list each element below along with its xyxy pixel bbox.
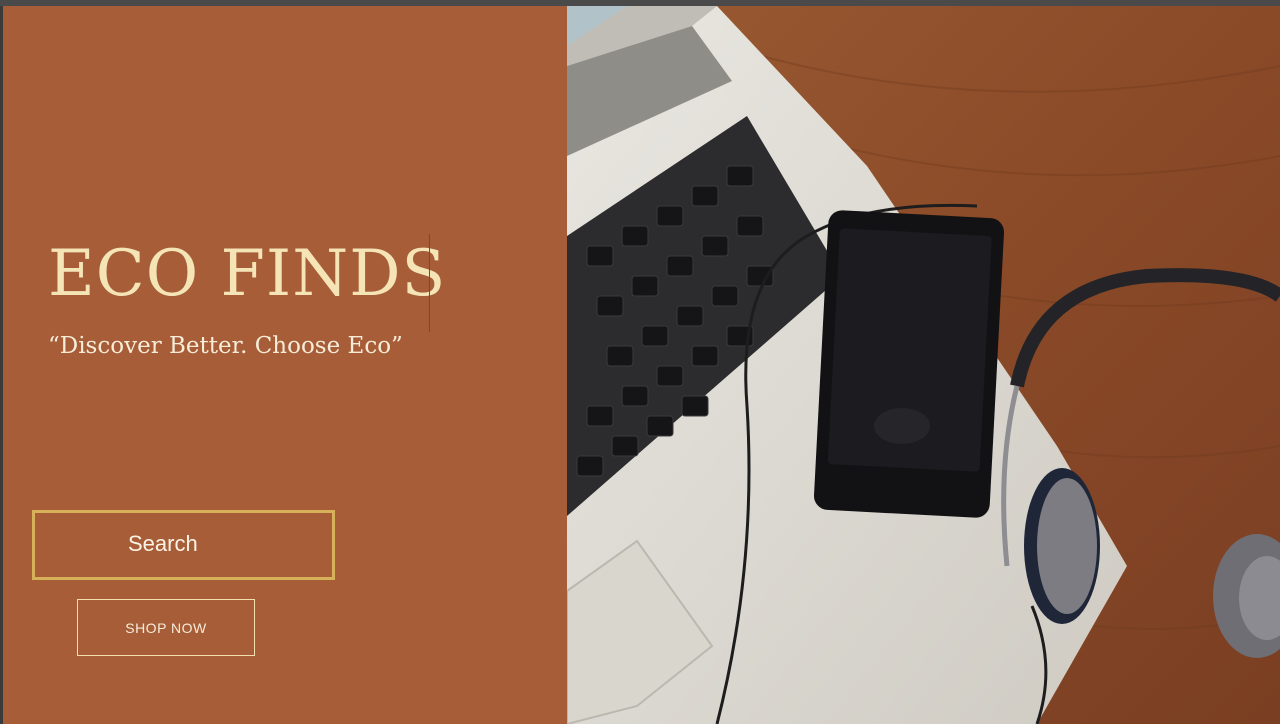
hero-photo <box>567 6 1280 724</box>
shop-now-button[interactable]: SHOP NOW <box>77 599 255 656</box>
app-window: ECO FINDS “Discover Better. Choose Eco” … <box>0 0 1280 724</box>
hero-tagline: “Discover Better. Choose Eco” <box>48 333 403 359</box>
text-cursor <box>429 234 430 332</box>
smartphone-icon <box>813 210 1005 518</box>
search-button[interactable]: Search <box>32 510 335 580</box>
hero-panel: ECO FINDS “Discover Better. Choose Eco” … <box>3 6 567 724</box>
hero-title: ECO FINDS <box>48 237 447 311</box>
search-button-label: Search <box>128 531 198 556</box>
